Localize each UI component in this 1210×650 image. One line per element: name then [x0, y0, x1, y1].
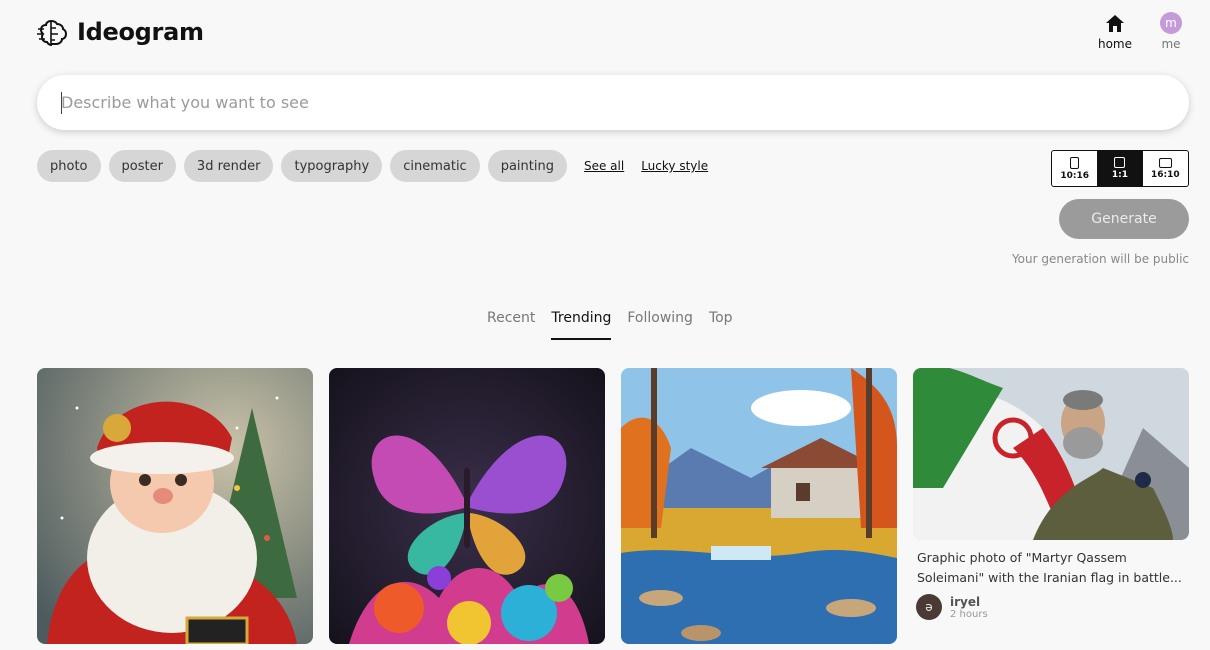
chip-3d-render[interactable]: 3d render	[183, 150, 274, 182]
chip-painting[interactable]: painting	[487, 150, 567, 182]
style-chips: photo poster 3d render typography cinema…	[37, 150, 708, 182]
tab-following[interactable]: Following	[627, 310, 693, 340]
butterfly-image	[329, 368, 605, 644]
ratio-portrait[interactable]: 10:16	[1052, 151, 1097, 186]
chip-photo[interactable]: photo	[37, 150, 101, 182]
ratio-label: 1:1	[1111, 170, 1129, 180]
page: Ideogram home m me photo poster 3d rende…	[0, 0, 1210, 650]
landscape-icon	[1158, 157, 1172, 168]
aspect-ratio-selector: 10:16 1:1 16:10	[1051, 150, 1189, 187]
nav-home-label: home	[1097, 37, 1132, 51]
tab-recent[interactable]: Recent	[487, 310, 535, 340]
author-avatar: ə	[916, 594, 942, 620]
ratio-label: 16:10	[1150, 169, 1180, 180]
logo[interactable]: Ideogram	[37, 16, 204, 48]
see-all-link[interactable]: See all	[584, 159, 624, 173]
nav-home[interactable]: home	[1098, 12, 1132, 51]
gallery-image-santa[interactable]	[37, 368, 313, 644]
ratio-landscape[interactable]: 16:10	[1143, 151, 1188, 186]
generate-button[interactable]: Generate	[1059, 199, 1189, 239]
brain-logo-icon	[37, 20, 68, 46]
home-icon	[1104, 12, 1126, 34]
gallery-image-flag-portrait[interactable]	[913, 368, 1189, 540]
author-name: iryel	[950, 594, 981, 609]
chip-poster[interactable]: poster	[108, 150, 176, 182]
flag-portrait-image	[913, 368, 1189, 540]
lucky-style-link[interactable]: Lucky style	[641, 159, 708, 173]
santa-image	[37, 368, 313, 644]
feed-tabs: Recent Trending Following Top	[487, 310, 733, 340]
nav-me-label: me	[1161, 37, 1181, 51]
prompt-input[interactable]	[61, 93, 1165, 112]
tab-trending[interactable]: Trending	[551, 310, 612, 340]
author-meta: iryel 2 hours	[950, 595, 988, 620]
author-row[interactable]: ə iryel 2 hours	[916, 594, 1189, 620]
author-time: 2 hours	[950, 608, 988, 620]
top-nav: home m me	[1098, 12, 1182, 51]
gallery-image-butterfly[interactable]	[329, 368, 605, 644]
image-caption[interactable]: Graphic photo of "Martyr Qassem Soleiman…	[917, 548, 1185, 588]
chip-typography[interactable]: typography	[281, 150, 383, 182]
app-name: Ideogram	[77, 18, 204, 46]
tab-top[interactable]: Top	[709, 310, 733, 340]
nav-me[interactable]: m me	[1160, 12, 1182, 51]
ratio-label: 10:16	[1060, 170, 1089, 181]
portrait-icon	[1070, 156, 1080, 169]
user-avatar: m	[1160, 12, 1182, 34]
landscape-image	[621, 368, 897, 644]
gallery-card-featured[interactable]: Graphic photo of "Martyr Qassem Soleiman…	[913, 368, 1189, 620]
chip-cinematic[interactable]: cinematic	[390, 150, 480, 182]
public-note: Your generation will be public	[1011, 252, 1189, 266]
square-icon	[1114, 157, 1126, 168]
gallery-image-landscape[interactable]	[621, 368, 897, 644]
prompt-box	[37, 75, 1189, 130]
ratio-square[interactable]: 1:1	[1097, 151, 1143, 186]
